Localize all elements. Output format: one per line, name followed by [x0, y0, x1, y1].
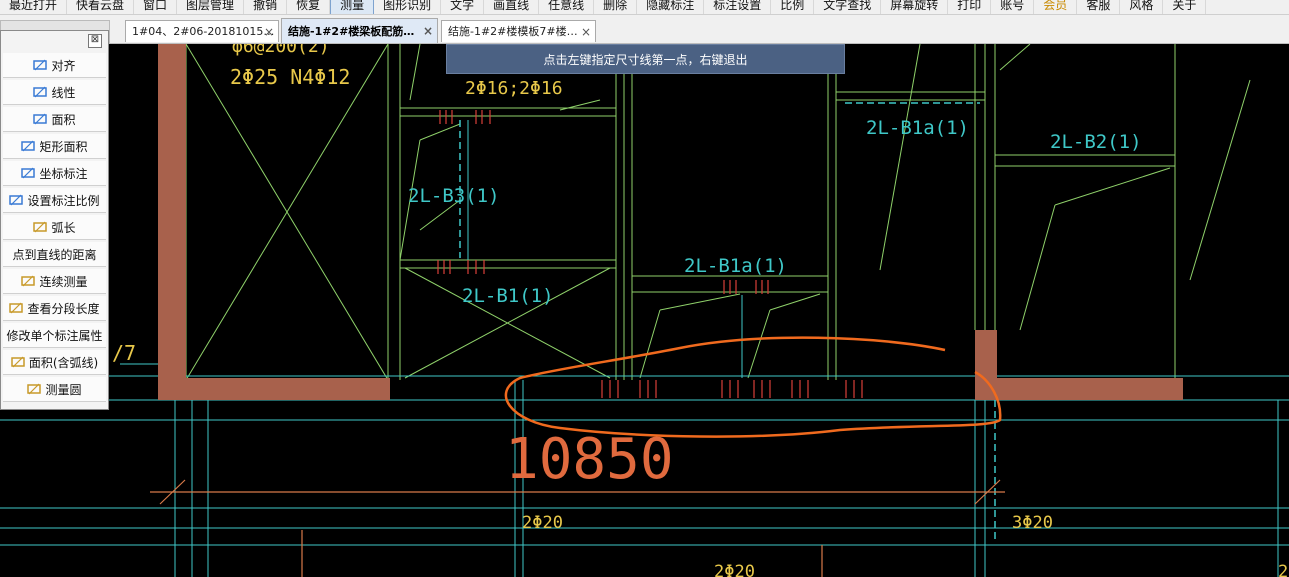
menu-item-4[interactable]: 撤销	[244, 0, 288, 14]
dimension-value: 10850	[505, 427, 674, 492]
drawing-text: 2Φ20	[522, 513, 563, 533]
tab-label: 1#04、2#06-20181015…	[132, 25, 275, 38]
drawing-text: 2Φ25 N4Φ12	[230, 65, 350, 89]
panel-button-label: 设置标注比例	[27, 193, 100, 208]
drawing-text: 2L-B1a(1)	[866, 117, 969, 139]
panel-button-11[interactable]: 面积(含弧线)	[3, 350, 106, 375]
menu-item-0[interactable]: 最近打开	[0, 0, 68, 14]
drawing-text: 2Φ20	[714, 562, 755, 577]
tab-label: 结施-1#2#楼模板7#楼…	[448, 25, 578, 38]
panel-button-2[interactable]: 面积	[3, 107, 106, 132]
coordinate-icon	[21, 166, 36, 180]
circle-measure-icon	[27, 382, 42, 396]
menu-item-5[interactable]: 恢复	[287, 0, 331, 14]
menu-item-18[interactable]: 账号	[991, 0, 1035, 14]
panel-button-label: 修改单个标注属性	[6, 328, 103, 343]
panel-button-label: 面积(含弧线)	[28, 355, 99, 370]
panel-button-8[interactable]: 连续测量	[3, 269, 106, 294]
close-icon[interactable]: ×	[581, 21, 591, 42]
rect-area-icon	[21, 139, 36, 153]
panel-button-label: 线性	[51, 85, 76, 100]
menu-item-17[interactable]: 打印	[948, 0, 992, 14]
panel-button-1[interactable]: 线性	[3, 80, 106, 105]
tab-bar: 1#04、2#06-20181015… × 结施-1#2#楼梁板配筋… × 结施…	[0, 15, 1289, 44]
menu-item-3[interactable]: 图层管理	[177, 0, 245, 14]
panel-button-7[interactable]: 点到直线的距离	[3, 242, 106, 267]
menu-item-19[interactable]: 会员	[1034, 0, 1078, 14]
drawing-text: 3Φ20	[1012, 513, 1053, 533]
align-icon	[33, 58, 48, 72]
tab-drawing-3[interactable]: 结施-1#2#楼模板7#楼… ×	[441, 20, 596, 42]
menu-item-11[interactable]: 删除	[594, 0, 638, 14]
measure-panel: ⊠ 对齐线性面积矩形面积坐标标注设置标注比例 弧长点到直线的距离连续测量查看分段长…	[0, 30, 109, 410]
panel-button-0[interactable]: 对齐	[3, 53, 106, 78]
panel-button-label: 坐标标注	[39, 166, 88, 181]
tab-drawing-2[interactable]: 结施-1#2#楼梁板配筋… ×	[281, 18, 438, 43]
scale-icon	[9, 193, 24, 207]
menu-item-9[interactable]: 画直线	[484, 0, 540, 14]
panel-button-3[interactable]: 矩形面积	[3, 134, 106, 159]
panel-button-label: 弧长	[51, 220, 76, 235]
menu-bar: 最近打开 快看云盘 窗口 图层管理 撤销 恢复 测量 图形识别 文字 画直线 任意线 删除 隐藏标注 标注…	[0, 0, 1289, 15]
menu-item-12[interactable]: 隐藏标注	[637, 0, 705, 14]
continuous-measure-icon	[21, 274, 36, 288]
panel-button-4[interactable]: 坐标标注	[3, 161, 106, 186]
drawing-canvas[interactable]: φ6@200(2) 2Φ25 N4Φ12 2Φ16;2Φ16 2L-B1a(1)…	[0, 44, 1289, 577]
linear-dimension-icon	[33, 85, 48, 99]
menu-item-6[interactable]: 测量	[330, 0, 375, 14]
close-icon[interactable]: ×	[264, 21, 274, 42]
area-icon	[33, 112, 48, 126]
menu-item-20[interactable]: 客服	[1077, 0, 1121, 14]
panel-button-label: 面积	[51, 112, 76, 127]
menu-item-13[interactable]: 标注设置	[704, 0, 772, 14]
panel-button-5[interactable]: 设置标注比例	[3, 188, 106, 213]
segment-icon	[9, 301, 24, 315]
drawing-text: 2L-B3(1)	[408, 185, 500, 207]
menu-item-14[interactable]: 比例	[771, 0, 815, 14]
menu-item-15[interactable]: 文字查找	[814, 0, 882, 14]
menu-item-21[interactable]: 风格	[1120, 0, 1164, 14]
menu-item-7[interactable]: 图形识别	[374, 0, 442, 14]
tab-drawing-1[interactable]: 1#04、2#06-20181015… ×	[125, 20, 279, 42]
menu-item-16[interactable]: 屏幕旋转	[881, 0, 949, 14]
panel-button-label: 连续测量	[39, 274, 88, 289]
menu-item-10[interactable]: 任意线	[539, 0, 595, 14]
panel-button-9[interactable]: 查看分段长度	[3, 296, 106, 321]
tab-label: 结施-1#2#楼梁板配筋…	[288, 25, 415, 38]
arc-length-icon	[33, 220, 48, 234]
drawing-text: 2L-B2(1)	[1050, 131, 1142, 153]
drawing-text: φ6@200(2)	[232, 44, 330, 57]
panel-button-label: 矩形面积	[39, 139, 88, 154]
drawing-text: 2L-B1(1)	[462, 285, 554, 307]
menu-item-8[interactable]: 文字	[441, 0, 485, 14]
panel-button-label: 对齐	[51, 58, 76, 73]
panel-button-10[interactable]: 修改单个标注属性	[3, 323, 106, 348]
status-hint: 点击左键指定尺寸线第一点，右键退出	[446, 44, 845, 74]
drawing-text: 2	[1278, 562, 1288, 577]
panel-button-label: 点到直线的距离	[12, 247, 97, 262]
drawing-text: /7	[112, 341, 136, 365]
panel-button-12[interactable]: 测量圆	[3, 377, 106, 402]
drawing-text: 2Φ16;2Φ16	[465, 78, 563, 99]
close-icon[interactable]: ×	[423, 19, 433, 43]
panel-button-label: 查看分段长度	[27, 301, 100, 316]
menu-item-2[interactable]: 窗口	[134, 0, 178, 14]
panel-button-6[interactable]: 弧长	[3, 215, 106, 240]
close-icon[interactable]: ⊠	[88, 34, 102, 48]
menu-item-22[interactable]: 关于	[1163, 0, 1207, 14]
arc-area-icon	[11, 355, 25, 369]
menu-item-1[interactable]: 快看云盘	[67, 0, 135, 14]
drawing-text: 2L-B1a(1)	[684, 255, 787, 277]
panel-button-label: 测量圆	[45, 382, 82, 397]
